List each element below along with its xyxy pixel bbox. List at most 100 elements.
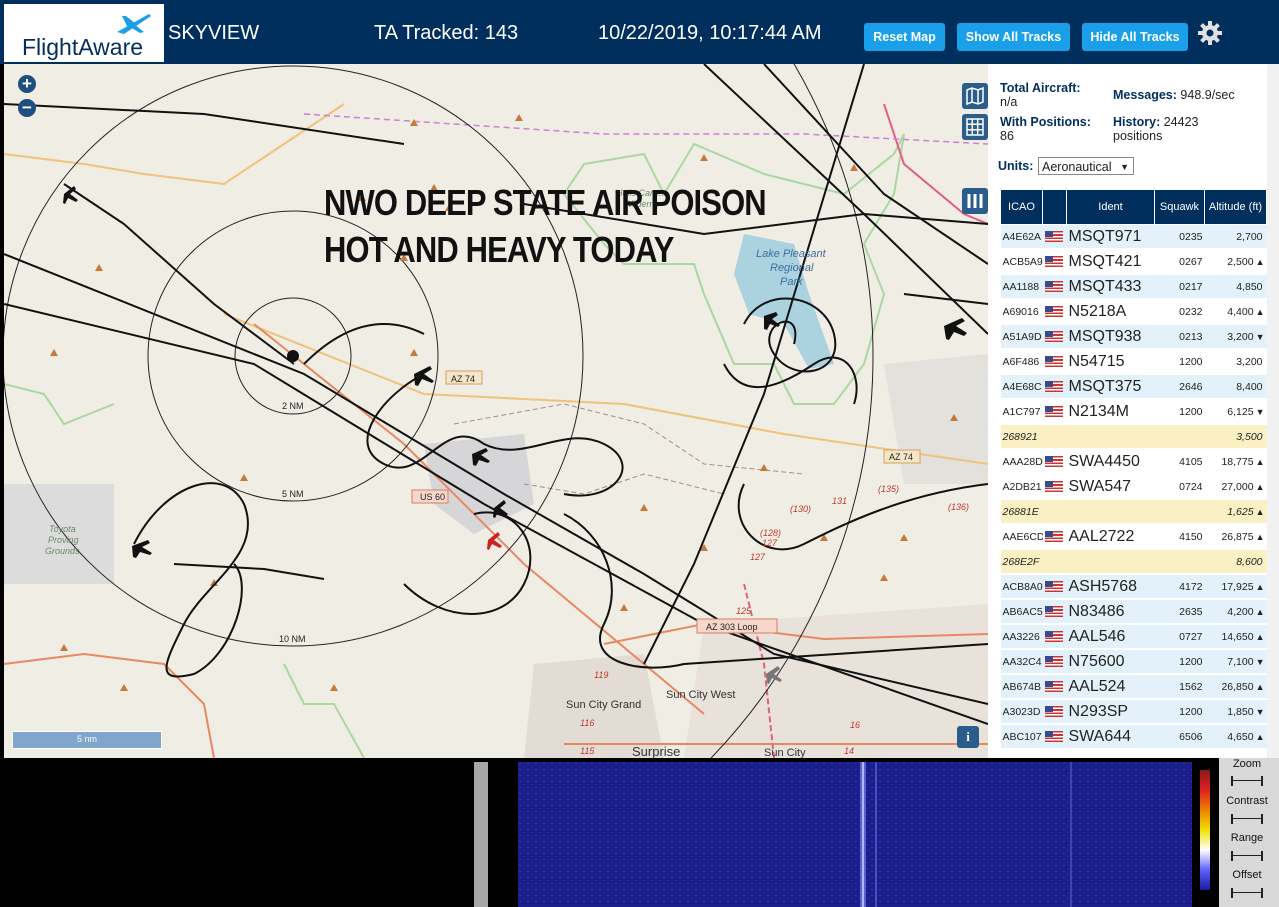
label-route-119: 119: [594, 670, 608, 680]
map-layers-button[interactable]: [962, 83, 988, 109]
cell-squawk: 1200: [1154, 649, 1205, 675]
reset-map-button[interactable]: Reset Map: [864, 23, 945, 51]
label-sun-city-grand: Sun City Grand: [566, 699, 641, 711]
us-flag-icon: [1044, 306, 1063, 318]
cell-ident: MSQT971: [1066, 224, 1155, 250]
cell-altitude: 7,100 ▼: [1204, 649, 1267, 675]
units-select[interactable]: Aeronautical ▼: [1038, 157, 1134, 175]
label-route-136: (136): [948, 502, 969, 512]
cell-ident: N83486: [1066, 599, 1155, 625]
label-sun-city-west: Sun City West: [666, 689, 736, 701]
cell-icao: AA3226: [1000, 624, 1043, 650]
show-all-tracks-button[interactable]: Show All Tracks: [957, 23, 1070, 51]
cell-flag: [1042, 249, 1067, 275]
table-row[interactable]: AB674B AAL524 1562 26,850 ▲: [1000, 674, 1267, 700]
table-row[interactable]: AAE6CD AAL2722 4150 26,875 ▲: [1000, 524, 1267, 550]
sidebar-scrollbar[interactable]: [1267, 64, 1279, 758]
cell-icao: A69016: [1000, 299, 1043, 325]
cell-ident: [1066, 424, 1155, 450]
contrast-slider[interactable]: [1231, 814, 1263, 824]
us-flag-icon: [1044, 281, 1063, 293]
table-row[interactable]: 268E2F 8,600: [1000, 549, 1267, 575]
table-row[interactable]: AA1188 MSQT433 0217 4,850: [1000, 274, 1267, 300]
us-flag-icon: [1044, 231, 1063, 243]
col-flag[interactable]: [1042, 189, 1067, 225]
cell-icao: AAE6CD: [1000, 524, 1043, 550]
map-info-button[interactable]: i: [957, 726, 979, 748]
green-boundary-south: [283, 663, 365, 758]
table-row[interactable]: ACB8A0 ASH5768 4172 17,925 ▲: [1000, 574, 1267, 600]
cell-squawk: 1200: [1154, 349, 1205, 375]
table-row[interactable]: A6F486 N54715 1200 3,200: [1000, 349, 1267, 375]
grid-button[interactable]: [962, 114, 988, 140]
table-row[interactable]: A4E62A MSQT971 0235 2,700: [1000, 224, 1267, 250]
label-route-16: 16: [850, 720, 860, 730]
table-row[interactable]: AA3226 AAL546 0727 14,650 ▲: [1000, 624, 1267, 650]
table-row[interactable]: AA32C4 N75600 1200 7,100 ▼: [1000, 649, 1267, 675]
label-route-115: 115: [580, 746, 595, 756]
table-row[interactable]: A51A9D MSQT938 0213 3,200 ▼: [1000, 324, 1267, 350]
label-lake: Lake Pleasant: [756, 248, 827, 260]
flightaware-logo[interactable]: FlightAware: [4, 4, 164, 62]
col-icao[interactable]: ICAO: [1000, 189, 1043, 225]
table-row[interactable]: 26881E 1,625 ▲: [1000, 499, 1267, 525]
label-surprise: Surprise: [632, 744, 680, 758]
table-row[interactable]: A2DB21 SWA547 0724 27,000 ▲: [1000, 474, 1267, 500]
map-icon: [966, 86, 984, 106]
table-row[interactable]: A4E68C MSQT375 2646 8,400: [1000, 374, 1267, 400]
altitude-trend-icon: ▲: [1255, 631, 1265, 642]
cell-icao: AA1188: [1000, 274, 1043, 300]
cell-squawk: 0232: [1154, 299, 1205, 325]
map-view[interactable]: AZ 74 AZ 74 US 60 AZ 303 Loop 2 NM 5 NM …: [4, 64, 988, 758]
cell-flag: [1042, 649, 1067, 675]
col-altitude[interactable]: Altitude (ft): [1204, 189, 1267, 225]
us-flag-icon: [1044, 406, 1063, 418]
altitude-value: 8,600: [1236, 555, 1263, 568]
zoom-out-button[interactable]: −: [18, 99, 36, 117]
columns-toggle-button[interactable]: [962, 188, 988, 214]
history-value: 24423: [1163, 115, 1199, 129]
range-slider[interactable]: [1231, 851, 1263, 861]
label-route-127: 127: [762, 538, 778, 548]
cell-flag: [1042, 674, 1067, 700]
us-flag-icon: [1044, 706, 1063, 718]
table-row[interactable]: ABC107 SWA644 6506 4,650 ▲: [1000, 724, 1267, 750]
col-squawk[interactable]: Squawk: [1154, 189, 1205, 225]
cell-ident: SWA644: [1066, 724, 1155, 750]
altitude-trend-icon: ▲: [1255, 681, 1265, 692]
label-route-125: 125: [736, 606, 752, 616]
with-positions-label: With Positions:: [1000, 115, 1091, 129]
cell-icao: 268921: [1000, 424, 1043, 450]
altitude-trend-icon: ▲: [1255, 731, 1265, 742]
cell-flag: [1042, 524, 1067, 550]
cell-altitude: 26,875 ▲: [1204, 524, 1267, 550]
cell-squawk: 0217: [1154, 274, 1205, 300]
hide-all-tracks-button[interactable]: Hide All Tracks: [1082, 23, 1188, 51]
gear-icon[interactable]: [1197, 20, 1223, 46]
cell-ident: SWA4450: [1066, 449, 1155, 475]
cell-squawk: 1200: [1154, 399, 1205, 425]
label-route-128: (128): [760, 528, 781, 538]
table-row[interactable]: 268921 3,500: [1000, 424, 1267, 450]
table-row[interactable]: A69016 N5218A 0232 4,400 ▲: [1000, 299, 1267, 325]
table-row[interactable]: A1C797 N2134M 1200 6,125 ▼: [1000, 399, 1267, 425]
cell-altitude: 2,500 ▲: [1204, 249, 1267, 275]
zoom-in-button[interactable]: +: [18, 75, 36, 93]
cell-flag: [1042, 299, 1067, 325]
altitude-trend-icon: ▼: [1255, 331, 1265, 342]
table-row[interactable]: ACB5A9 MSQT421 0267 2,500 ▲: [1000, 249, 1267, 275]
waterfall-display[interactable]: [518, 762, 1192, 907]
table-row[interactable]: A3023D N293SP 1200 1,850 ▼: [1000, 699, 1267, 725]
us-flag-icon: [1044, 381, 1063, 393]
table-row[interactable]: AB6AC5 N83486 2635 4,200 ▲: [1000, 599, 1267, 625]
us-flag-icon: [1044, 456, 1063, 468]
us-flag-icon: [1044, 356, 1063, 368]
zoom-slider[interactable]: [1231, 776, 1263, 786]
table-row[interactable]: AAA28D SWA4450 4105 18,775 ▲: [1000, 449, 1267, 475]
cell-flag: [1042, 449, 1067, 475]
cell-icao: A2DB21: [1000, 474, 1043, 500]
offset-slider[interactable]: [1231, 888, 1263, 898]
col-ident[interactable]: Ident: [1066, 189, 1155, 225]
scale-label: 5 nm: [76, 734, 97, 744]
cell-altitude: 4,850: [1204, 274, 1267, 300]
